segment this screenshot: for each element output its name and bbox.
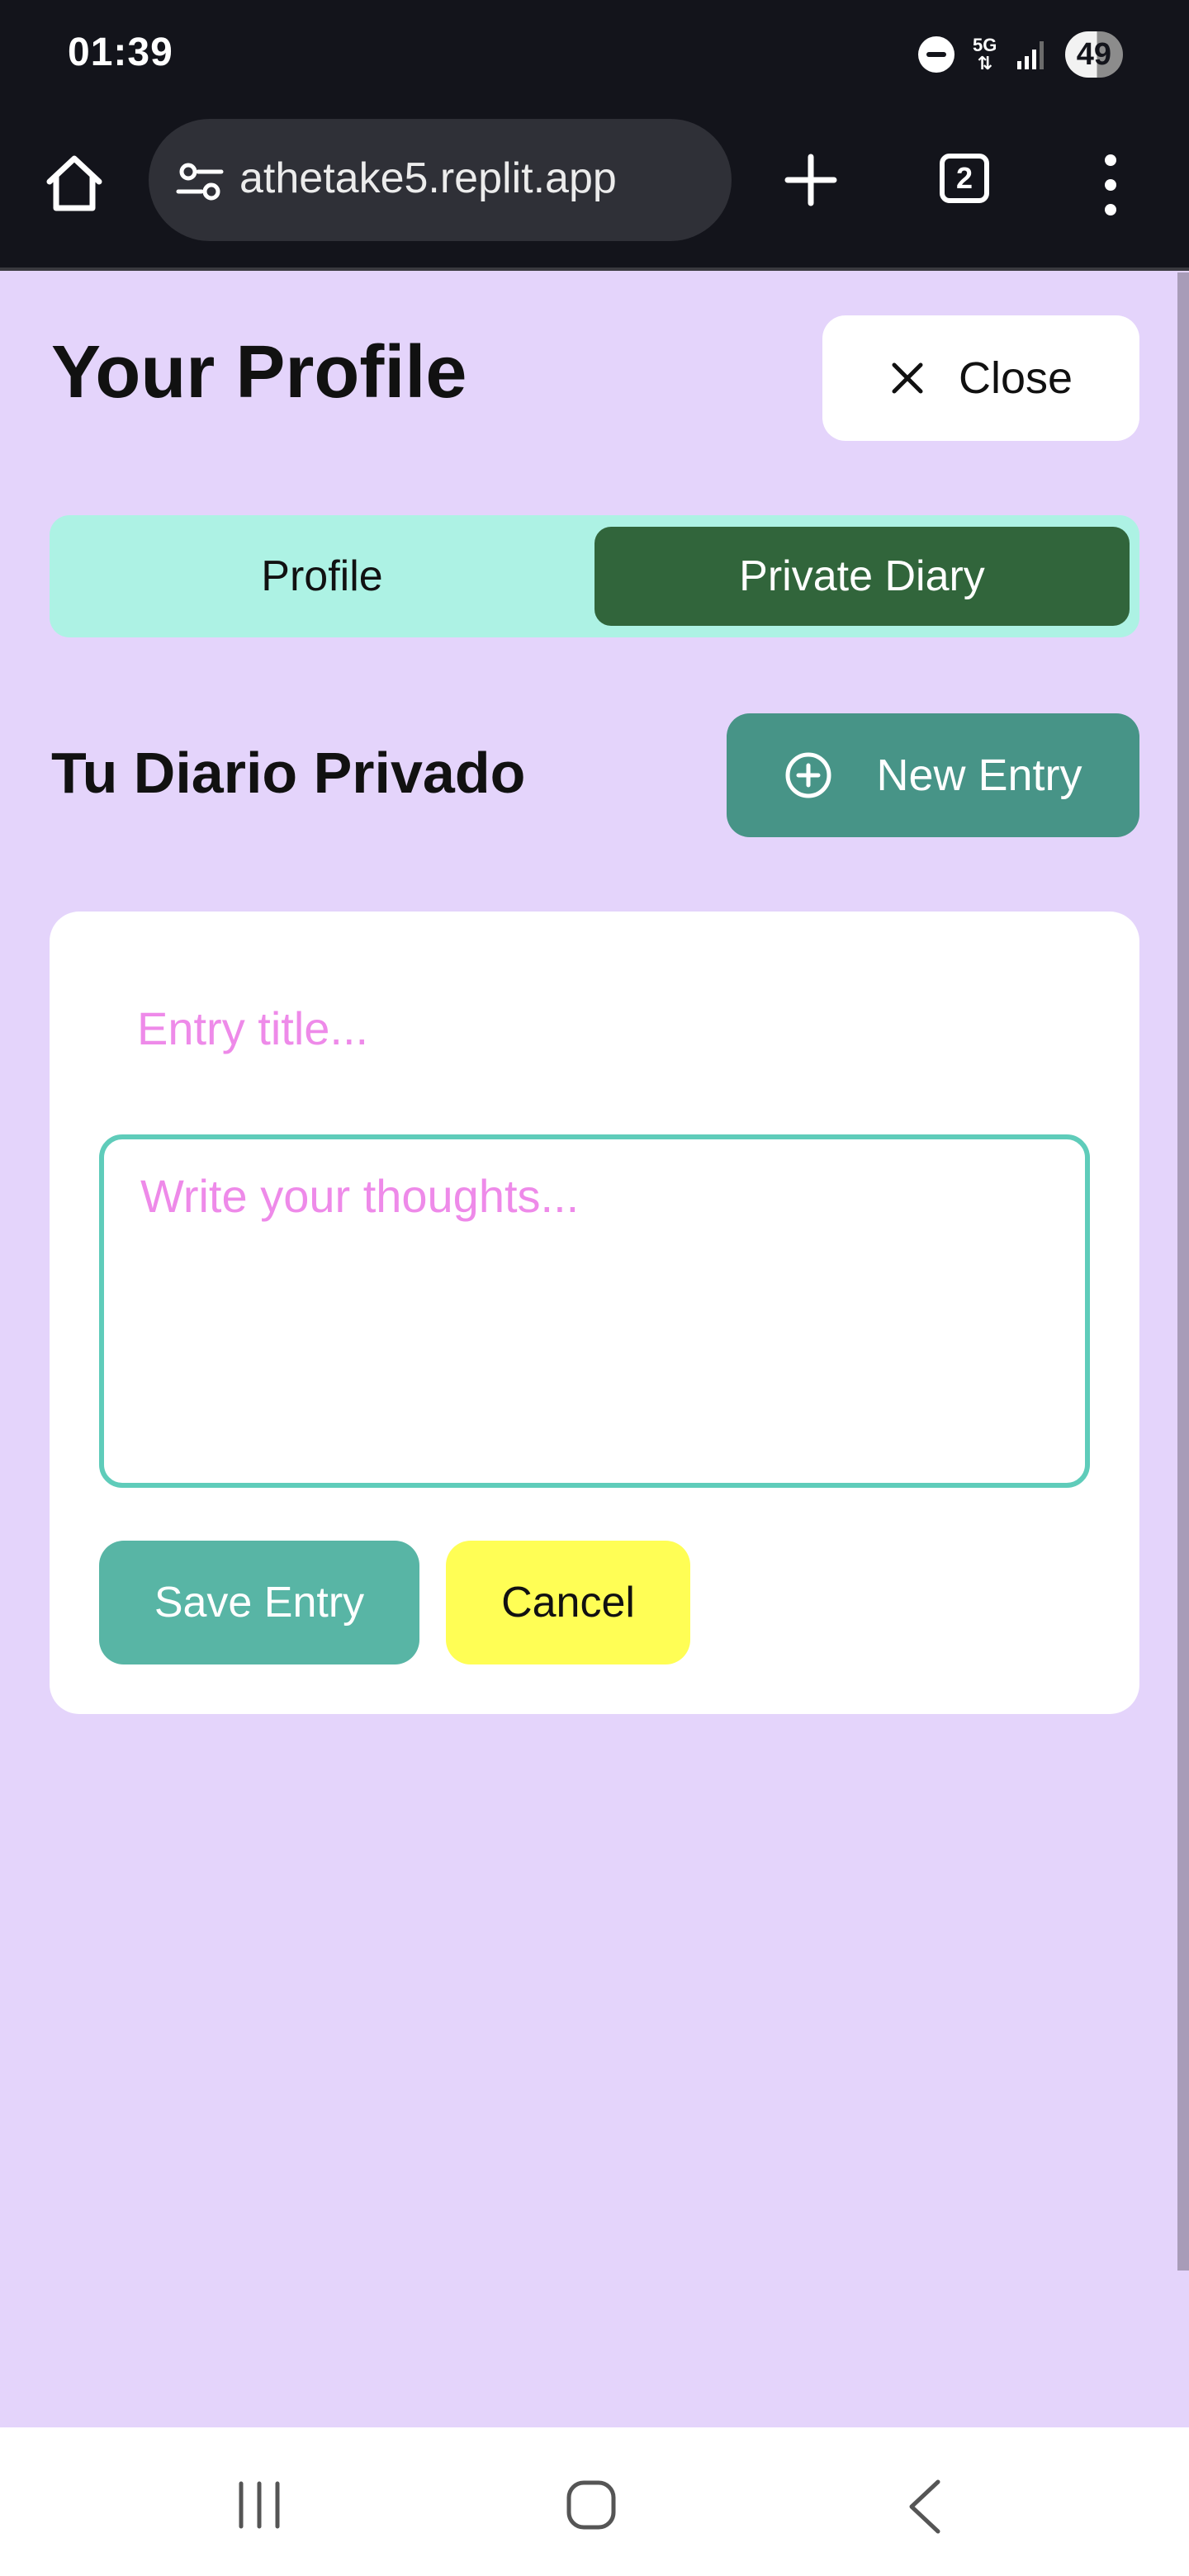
battery-indicator: 49: [1064, 31, 1123, 78]
tab-profile-label: Profile: [261, 552, 383, 600]
close-icon: [892, 362, 923, 394]
tab-count: 2: [955, 161, 973, 195]
tab-private-diary-label: Private Diary: [739, 552, 985, 600]
home-icon[interactable]: [41, 150, 107, 216]
site-settings-icon[interactable]: [173, 155, 226, 208]
entry-body-textarea[interactable]: [99, 1134, 1090, 1488]
close-button[interactable]: Close: [822, 315, 1139, 441]
address-bar[interactable]: athetake5.replit.app: [149, 119, 732, 241]
save-entry-label: Save Entry: [154, 1579, 365, 1627]
signal-icon: [1016, 41, 1044, 69]
home-nav-icon[interactable]: [565, 2479, 618, 2531]
entry-title-input[interactable]: [135, 986, 1047, 1070]
status-time: 01:39: [68, 31, 173, 74]
status-icons: 5G ⇅ 49: [917, 30, 1123, 79]
battery-level: 49: [1076, 36, 1111, 72]
status-bar: 01:39 5G ⇅ 49: [0, 0, 1189, 111]
profile-tabs: Profile Private Diary: [50, 515, 1139, 637]
network-label: 5G: [973, 35, 997, 55]
new-entry-label: New Entry: [876, 751, 1082, 800]
tab-private-diary[interactable]: Private Diary: [594, 527, 1130, 626]
plus-icon[interactable]: [783, 152, 839, 208]
page-scrollbar[interactable]: [1177, 272, 1189, 2271]
cancel-label: Cancel: [501, 1579, 635, 1627]
do-not-disturb-icon: [917, 36, 955, 73]
cancel-button[interactable]: Cancel: [446, 1541, 690, 1664]
new-entry-button[interactable]: New Entry: [727, 713, 1139, 837]
system-nav-bar: [0, 2427, 1189, 2576]
url-text[interactable]: athetake5.replit.app: [239, 154, 617, 203]
tab-profile[interactable]: Profile: [50, 527, 594, 626]
more-vert-icon[interactable]: [1098, 152, 1123, 218]
entry-form-card: Save Entry Cancel: [50, 912, 1139, 1714]
tab-switcher-button[interactable]: 2: [940, 154, 989, 203]
browser-toolbar: athetake5.replit.app 2: [0, 111, 1189, 271]
network-type-icon: 5G ⇅: [973, 35, 997, 73]
close-label: Close: [958, 353, 1073, 403]
diary-heading: Tu Diario Privado: [51, 741, 526, 805]
page-title: Your Profile: [51, 331, 467, 414]
recent-apps-icon[interactable]: [234, 2480, 284, 2530]
add-circle-icon: [785, 752, 831, 798]
save-entry-button[interactable]: Save Entry: [99, 1541, 419, 1664]
back-icon[interactable]: [905, 2479, 945, 2535]
